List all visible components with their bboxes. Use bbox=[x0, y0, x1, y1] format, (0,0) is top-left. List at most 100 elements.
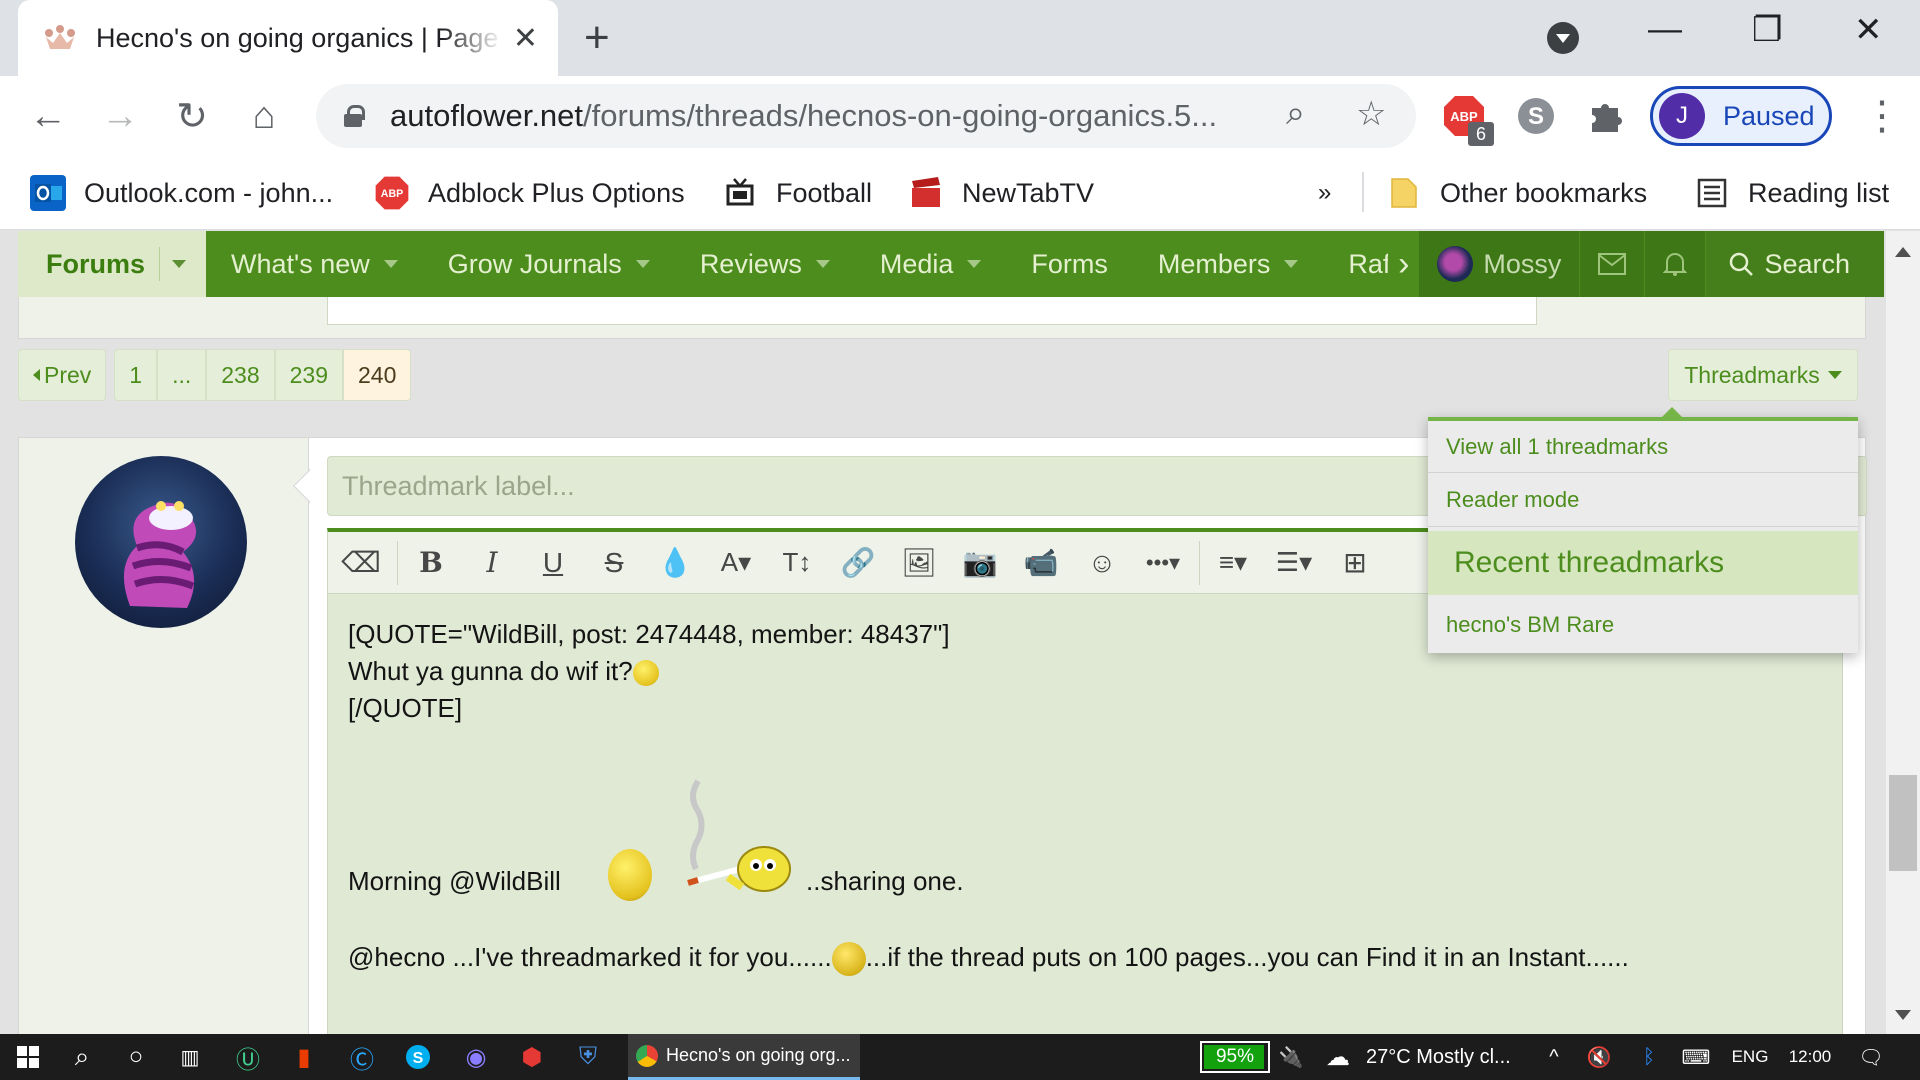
alerts-bell-icon[interactable] bbox=[1645, 231, 1707, 297]
copilot-icon[interactable]: Ⓒ bbox=[344, 1034, 380, 1080]
language-indicator[interactable]: ENG bbox=[1730, 1034, 1770, 1080]
nav-members[interactable]: Members bbox=[1133, 231, 1324, 297]
skype-extension-icon[interactable]: S bbox=[1514, 94, 1558, 138]
nav-reviews[interactable]: Reviews bbox=[675, 231, 855, 297]
strikethrough-icon[interactable]: S bbox=[589, 539, 639, 587]
page-current[interactable]: 240 bbox=[343, 349, 412, 401]
threadmarks-button[interactable]: Threadmarks bbox=[1668, 349, 1858, 401]
address-bar[interactable]: autoflower.net/forums/threads/hecnos-on-… bbox=[316, 84, 1416, 148]
zoom-icon[interactable]: ⌕ bbox=[1286, 94, 1305, 133]
menu-view-all[interactable]: View all 1 threadmarks bbox=[1428, 421, 1858, 473]
upwork-icon[interactable]: Ⓤ bbox=[230, 1034, 266, 1080]
font-size-icon[interactable]: T↕ bbox=[772, 539, 822, 587]
browser-menu-icon[interactable]: ⋮ bbox=[1862, 92, 1902, 140]
shield-app-icon[interactable]: ⬢ bbox=[514, 1034, 550, 1080]
defender-icon[interactable]: ⛨ bbox=[570, 1034, 606, 1080]
new-tab-icon[interactable]: + bbox=[584, 14, 610, 62]
bookmark-adblock-options[interactable]: ABP Adblock Plus Options bbox=[374, 170, 685, 216]
align-icon[interactable]: ≡▾ bbox=[1208, 539, 1258, 587]
bookmark-newtabtv[interactable]: NewTabTV bbox=[908, 170, 1094, 216]
font-family-icon[interactable]: A▾ bbox=[711, 539, 761, 587]
power-plug-icon[interactable]: 🔌 bbox=[1278, 1034, 1304, 1080]
lock-icon[interactable] bbox=[344, 105, 365, 127]
scroll-thumb[interactable] bbox=[1889, 775, 1917, 871]
image-icon[interactable]: 🖼 bbox=[894, 539, 944, 587]
minimize-icon[interactable]: — bbox=[1648, 10, 1682, 49]
chevron-down-icon[interactable] bbox=[383, 260, 398, 268]
back-icon[interactable]: ← bbox=[22, 90, 74, 142]
editor-content[interactable]: [QUOTE="WildBill, post: 2474448, member:… bbox=[328, 594, 1842, 998]
page-ellipsis[interactable]: ... bbox=[157, 349, 207, 401]
nav-forums[interactable]: Forums bbox=[18, 231, 207, 297]
chevron-down-icon[interactable] bbox=[967, 260, 982, 268]
nav-media[interactable]: Media bbox=[855, 231, 1007, 297]
link-icon[interactable]: 🔗 bbox=[833, 539, 883, 587]
restore-icon[interactable]: ❐ bbox=[1752, 10, 1782, 50]
mute-icon[interactable]: 🔇 bbox=[1584, 1034, 1614, 1080]
bookmarks-overflow-button[interactable]: » bbox=[1318, 170, 1331, 216]
page-scrollbar[interactable] bbox=[1886, 231, 1920, 1034]
other-bookmarks[interactable]: Other bookmarks bbox=[1386, 170, 1647, 216]
close-tab-icon[interactable]: ✕ bbox=[513, 21, 538, 56]
battery-indicator[interactable]: 95% bbox=[1200, 1041, 1270, 1073]
video-icon[interactable]: 📹 bbox=[1016, 539, 1066, 587]
chevron-down-icon[interactable] bbox=[172, 260, 187, 268]
close-window-icon[interactable]: ✕ bbox=[1854, 10, 1883, 50]
menu-reader-mode[interactable]: Reader mode bbox=[1428, 473, 1858, 527]
nav-user-menu[interactable]: Mossy bbox=[1419, 231, 1581, 297]
weather-text[interactable]: 27°C Mostly cl... bbox=[1366, 1034, 1526, 1080]
windows-start-icon[interactable] bbox=[10, 1034, 46, 1080]
camera-icon[interactable]: 📷 bbox=[955, 539, 1005, 587]
chevron-down-icon[interactable] bbox=[1284, 260, 1299, 268]
nav-raffles[interactable]: Raffles bbox=[1323, 231, 1388, 297]
office-icon[interactable]: ▮ bbox=[286, 1034, 322, 1080]
clock[interactable]: 12:00 bbox=[1782, 1034, 1838, 1080]
skype-icon[interactable]: S bbox=[400, 1034, 436, 1080]
reload-icon[interactable]: ↻ bbox=[166, 90, 218, 142]
extensions-puzzle-icon[interactable] bbox=[1584, 94, 1628, 138]
more-options-icon[interactable]: •••▾ bbox=[1138, 539, 1188, 587]
taskbar-chrome-window[interactable]: Hecno's on going org... bbox=[628, 1034, 860, 1080]
notifications-icon[interactable]: 🗨 bbox=[1856, 1034, 1886, 1080]
scroll-down-icon[interactable] bbox=[1895, 1010, 1911, 1020]
nav-forms[interactable]: Forms bbox=[1006, 231, 1133, 297]
nav-grow-journals[interactable]: Grow Journals bbox=[423, 231, 675, 297]
inbox-icon[interactable] bbox=[1580, 231, 1646, 297]
profile-button[interactable]: J Paused bbox=[1650, 86, 1832, 146]
chevron-up-icon[interactable]: ^ bbox=[1540, 1034, 1568, 1080]
page-link[interactable]: 1 bbox=[114, 349, 158, 401]
eraser-icon[interactable]: ⌫ bbox=[336, 539, 386, 587]
smilie-icon[interactable]: ☺ bbox=[1077, 539, 1127, 587]
cortana-icon[interactable]: ○ bbox=[118, 1034, 154, 1080]
home-icon[interactable]: ⌂ bbox=[238, 90, 290, 142]
page-link[interactable]: 239 bbox=[274, 349, 344, 401]
bold-icon[interactable]: B bbox=[406, 539, 456, 587]
app-icon[interactable]: ◉ bbox=[458, 1034, 494, 1080]
nav-scroll-right-icon[interactable]: › bbox=[1388, 231, 1419, 297]
table-icon[interactable]: ⊞ bbox=[1330, 539, 1380, 587]
bookmark-star-icon[interactable]: ☆ bbox=[1356, 94, 1386, 134]
text-color-icon[interactable]: 💧 bbox=[650, 539, 700, 587]
avatar[interactable] bbox=[75, 456, 247, 628]
scroll-up-icon[interactable] bbox=[1895, 247, 1911, 257]
chevron-down-icon[interactable] bbox=[635, 260, 650, 268]
browser-tab[interactable]: Hecno's on going organics | Page 240 ✕ bbox=[18, 0, 558, 76]
bookmark-football[interactable]: Football bbox=[722, 170, 872, 216]
prev-page-button[interactable]: Prev bbox=[18, 349, 107, 401]
list-icon[interactable]: ☰▾ bbox=[1269, 539, 1319, 587]
italic-icon[interactable]: I bbox=[467, 539, 517, 587]
search-button[interactable]: Search bbox=[1706, 231, 1884, 297]
bookmark-outlook[interactable]: Outlook.com - john... bbox=[30, 170, 333, 216]
keyboard-icon[interactable]: ⌨ bbox=[1678, 1034, 1714, 1080]
task-view-icon[interactable]: ▥ bbox=[172, 1034, 208, 1080]
bluetooth-icon[interactable]: ᛒ bbox=[1636, 1034, 1662, 1080]
page-link[interactable]: 238 bbox=[206, 349, 275, 401]
search-icon[interactable]: ⌕ bbox=[64, 1034, 100, 1080]
underline-icon[interactable]: U bbox=[528, 539, 578, 587]
reading-list[interactable]: Reading list bbox=[1694, 170, 1889, 216]
tab-search-icon[interactable] bbox=[1547, 22, 1579, 54]
menu-threadmark-item[interactable]: hecno's BM Rare bbox=[1428, 597, 1858, 653]
weather-icon[interactable]: ☁ bbox=[1318, 1034, 1358, 1080]
nav-whats-new[interactable]: What's new bbox=[206, 231, 423, 297]
forward-icon[interactable]: → bbox=[94, 90, 146, 142]
